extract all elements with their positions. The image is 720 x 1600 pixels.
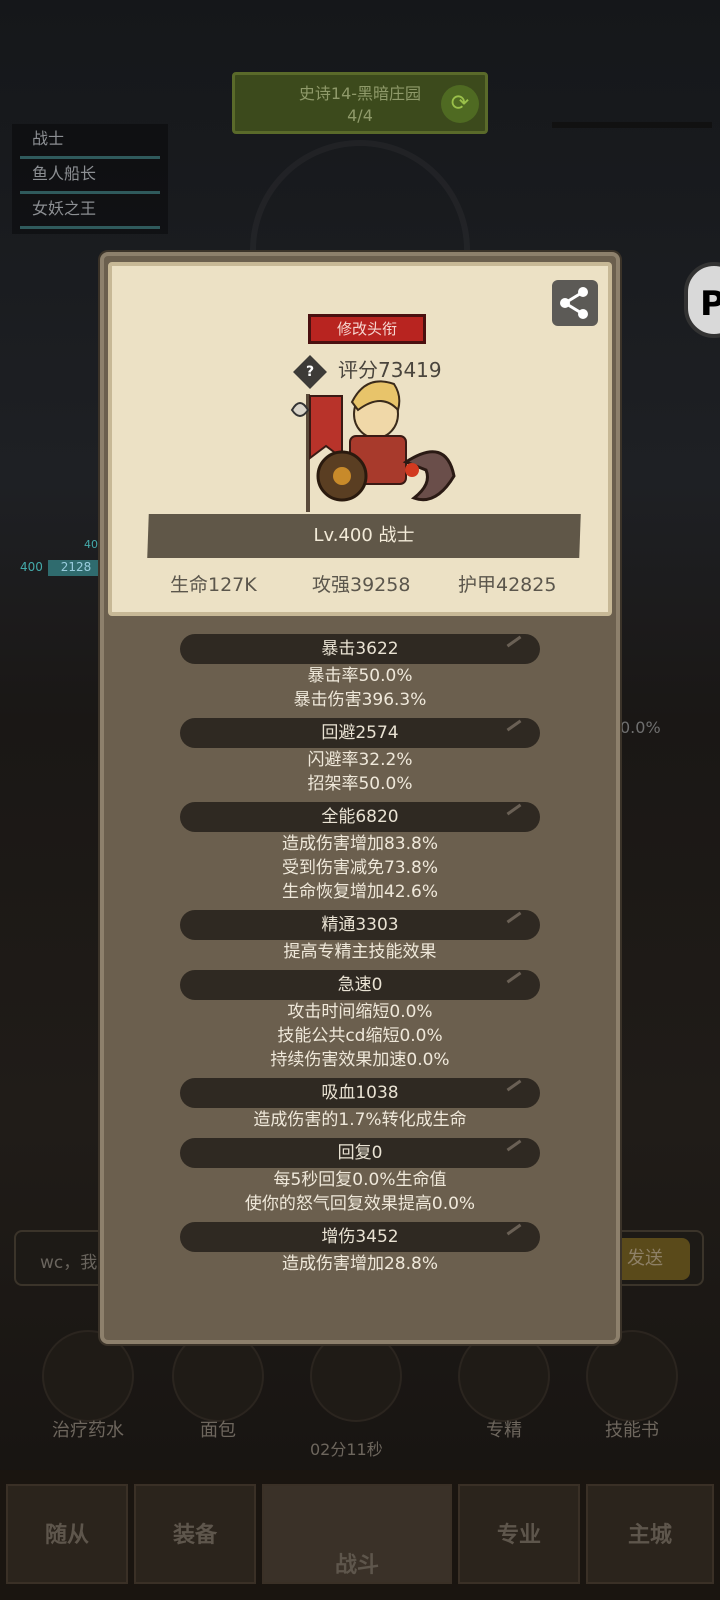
- team-list: 战士 鱼人船长 女妖之王: [12, 124, 168, 234]
- stat-header-damage-boost: 增伤3452: [180, 1222, 540, 1252]
- stat-line: 攻击时间缩短0.0%: [287, 1002, 433, 1022]
- tab-battle[interactable]: 战斗: [262, 1484, 452, 1584]
- stat-list: 暴击3622 暴击率50.0% 暴击伤害396.3% 回避2574 闪避率32.…: [104, 628, 616, 1276]
- pinned-avatar-icon[interactable]: P: [684, 262, 720, 338]
- hp-level-label: 400: [20, 560, 43, 574]
- ability-label: 专精: [486, 1420, 522, 1441]
- stat-header-crit: 暴击3622: [180, 634, 540, 664]
- armor-stat: 护甲42825: [458, 574, 557, 596]
- top-right-bar: [552, 122, 712, 128]
- character-card: 修改头衔 ? 评分73419 Lv.400 战士 生命127K 攻强39258 …: [108, 262, 612, 616]
- stage-banner[interactable]: 史诗14-黑暗庄园 4/4 ⟳: [232, 72, 488, 134]
- hp-stat: 生命127K: [170, 574, 257, 596]
- stat-line: 每5秒回复0.0%生命值: [273, 1170, 447, 1190]
- refresh-icon[interactable]: ⟳: [441, 85, 479, 123]
- stat-line: 招架率50.0%: [307, 774, 413, 794]
- share-button[interactable]: [552, 280, 598, 326]
- stat-line: 技能公共cd缩短0.0%: [277, 1026, 443, 1046]
- stat-line: 使你的怒气回复效果提高0.0%: [244, 1194, 476, 1214]
- stat-header-dodge: 回避2574: [180, 718, 540, 748]
- stat-header-haste: 急速0: [180, 970, 540, 1000]
- edit-title-button[interactable]: 修改头衔: [308, 314, 426, 344]
- ability-potion[interactable]: 治疗药水: [28, 1330, 148, 1450]
- level-label: Lv.400 战士: [313, 525, 415, 546]
- stat-line: 造成伤害的1.7%转化成生命: [253, 1110, 467, 1130]
- chest-timer: 02分11秒: [310, 1440, 383, 1459]
- stat-line: 暴击率50.0%: [307, 666, 413, 686]
- tab-main-city[interactable]: 主城: [586, 1484, 714, 1584]
- stat-line: 生命恢复增加42.6%: [281, 882, 438, 902]
- stat-line: 暴击伤害396.3%: [293, 690, 427, 710]
- warrior-avatar: [290, 380, 456, 512]
- stat-header-leech: 吸血1038: [180, 1078, 540, 1108]
- stat-header-mastery: 精通3303: [180, 910, 540, 940]
- stat-line: 受到伤害减免73.8%: [281, 858, 438, 878]
- character-stats-panel: 修改头衔 ? 评分73419 Lv.400 战士 生命127K 攻强39258 …: [100, 252, 620, 1344]
- ability-label: 治疗药水: [52, 1420, 124, 1441]
- ability-chest[interactable]: [296, 1330, 416, 1450]
- stat-line: 提高专精主技能效果: [283, 942, 437, 962]
- ability-specialty[interactable]: 专精: [444, 1330, 564, 1450]
- chat-input[interactable]: wc，我: [40, 1248, 97, 1273]
- team-item[interactable]: 鱼人船长: [20, 159, 160, 194]
- share-icon: [560, 287, 588, 319]
- stat-line: 闪避率32.2%: [307, 750, 413, 770]
- ability-label: 面包: [200, 1420, 236, 1441]
- tab-followers[interactable]: 随从: [6, 1484, 128, 1584]
- attack-stat: 攻强39258: [312, 574, 411, 596]
- tab-equipment[interactable]: 装备: [134, 1484, 256, 1584]
- team-item[interactable]: 战士: [20, 124, 160, 159]
- ability-bread[interactable]: 面包: [158, 1330, 278, 1450]
- stat-header-regen: 回复0: [180, 1138, 540, 1168]
- team-item[interactable]: 女妖之王: [20, 194, 160, 229]
- ability-label: 技能书: [605, 1420, 659, 1441]
- stat-line: 持续伤害效果加速0.0%: [270, 1050, 450, 1070]
- stat-line: 造成伤害增加83.8%: [281, 834, 438, 854]
- tab-profession[interactable]: 专业: [458, 1484, 580, 1584]
- progress-percent: 0.0%: [620, 718, 661, 737]
- bottom-nav: 随从 装备 战斗 专业 主城: [0, 1470, 720, 1600]
- stat-header-versatility: 全能6820: [180, 802, 540, 832]
- hp-bar: 2128: [48, 560, 104, 576]
- ability-skillbook[interactable]: 技能书: [572, 1330, 692, 1450]
- stat-line: 造成伤害增加28.8%: [281, 1254, 438, 1274]
